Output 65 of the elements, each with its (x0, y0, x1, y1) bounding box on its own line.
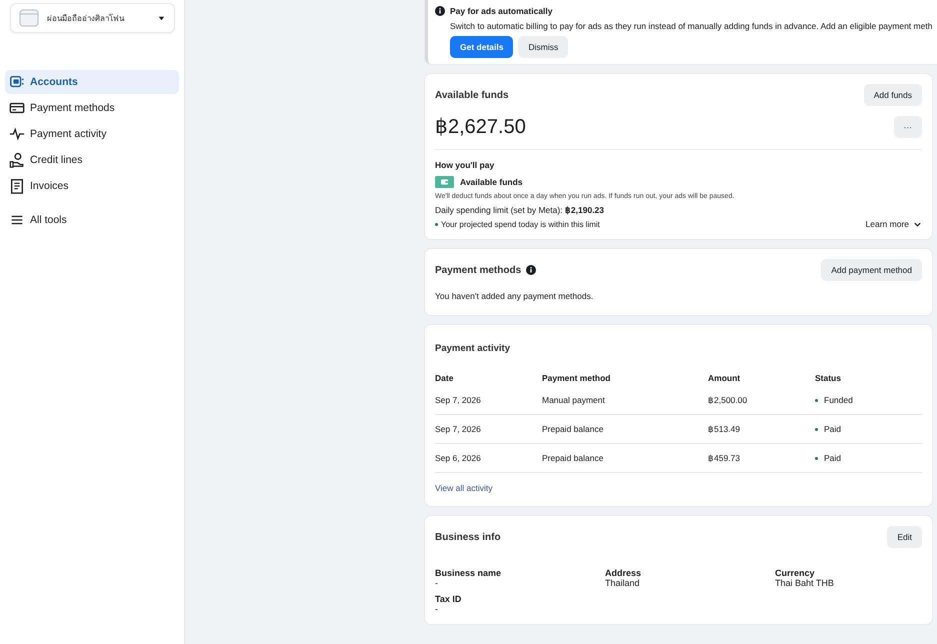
sidebar-item[interactable]: Invoices (5, 174, 179, 198)
details-button[interactable]: Get details (450, 36, 514, 58)
balance-amount: ฿2,627.50 (435, 115, 526, 139)
empty-message: You haven't added any payment methods. (435, 291, 594, 301)
field-value: - (435, 604, 439, 614)
status-dot (815, 456, 818, 460)
document-icon (9, 178, 25, 194)
payment-source: Available funds (460, 177, 523, 187)
status-text: Paid (824, 424, 842, 434)
account-selector[interactable]: ผ่อนมือถืออ่างศิลาโฟน (10, 3, 175, 33)
column-header: Amount (708, 373, 742, 383)
notice-title: Pay for ads automatically (450, 6, 553, 16)
field-label: Business name (435, 568, 502, 578)
field-value: - (435, 578, 439, 588)
hand-coin-icon (9, 152, 25, 168)
sidebar-item[interactable]: Credit lines (5, 148, 179, 172)
field-label: Address (605, 568, 642, 578)
card-title: Available funds (435, 90, 509, 100)
card-title: Business info (435, 532, 501, 542)
edit-button[interactable]: Edit (887, 526, 922, 548)
table-cell-text: Prepaid balance (542, 424, 604, 434)
add-funds-button[interactable]: Add funds (864, 84, 922, 106)
table-cell-text: Manual payment (542, 395, 606, 405)
learn-more-button[interactable]: Learn more (866, 219, 922, 229)
spending-limit: Daily spending limit (set by Meta): ฿2,190.23 (435, 205, 606, 215)
status-text: Paid (824, 453, 842, 463)
status-text: Funded (824, 395, 853, 405)
sidebar-item[interactable]: Accounts (5, 70, 179, 94)
card-title: Payment activity (435, 343, 511, 354)
table-cell-text: Sep 6, 2026 (435, 453, 482, 463)
dismiss-button[interactable]: Dismiss (518, 36, 568, 58)
wallet-icon (435, 176, 454, 188)
field-label: Currency (775, 568, 816, 578)
more-button[interactable]: ··· (894, 116, 922, 138)
column-header: Payment method (542, 373, 612, 383)
projection-text: Your projected spend today is within this limit (441, 220, 600, 228)
table-cell-text: Sep 7, 2026 (435, 395, 482, 405)
pulse-icon (9, 126, 25, 142)
info-icon (435, 6, 445, 16)
column-header: Status (815, 373, 842, 383)
status-dot (435, 222, 438, 226)
sidebar-item[interactable]: Payment activity (5, 122, 179, 146)
accounts-icon (9, 74, 25, 90)
card-title: Payment methods (435, 264, 522, 276)
table-cell-text: ฿459.73 (708, 453, 741, 463)
view-all-link[interactable]: View all activity (435, 483, 492, 493)
page-icon (19, 8, 39, 28)
column-header: Date (435, 373, 454, 383)
sidebar-item[interactable]: Payment methods (5, 96, 179, 120)
add-payment-method-button[interactable]: Add payment method (821, 259, 922, 281)
field-value: Thai Baht THB (775, 578, 835, 588)
status-dot (815, 428, 818, 430)
dropdown-caret-icon (157, 14, 166, 22)
status-dot (815, 398, 818, 402)
field-label: Tax ID (435, 594, 462, 604)
credit-card-icon (9, 100, 25, 116)
notice-text: Switch to automatic billing to pay for ads as they run instead of manually adding funds in advance. Add an eligible payment meth (450, 21, 934, 31)
table-cell-text: Prepaid balance (542, 453, 604, 463)
section-heading: How you'll pay (435, 160, 496, 170)
info-icon (526, 265, 536, 275)
table-cell-text: Sep 7, 2026 (435, 424, 482, 434)
sidebar-item[interactable]: All tools (5, 208, 179, 232)
field-value: Thailand (605, 578, 641, 588)
table-cell-text: ฿2,500.00 (708, 395, 748, 405)
table-cell-text: ฿513.49 (708, 424, 741, 434)
